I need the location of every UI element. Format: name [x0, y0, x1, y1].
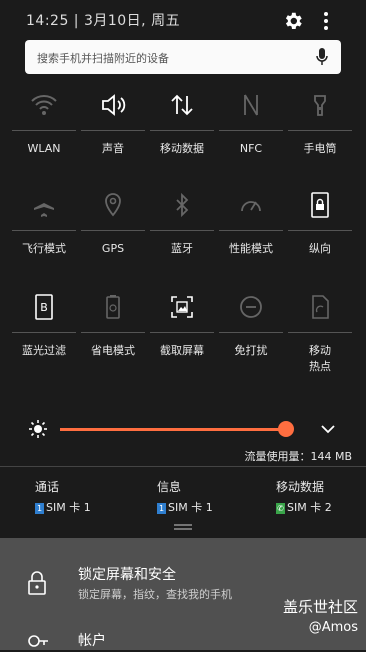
settings-gear-icon[interactable] — [282, 10, 304, 32]
tile-power-saving[interactable]: 省电模式 — [79, 292, 147, 392]
tile-divider — [288, 130, 352, 131]
airplane-icon — [34, 194, 54, 217]
tile-label: NFC — [239, 142, 263, 155]
bluetooth-icon — [176, 192, 189, 218]
sim-calls-label: 通话 — [35, 480, 60, 494]
tile-divider — [219, 332, 283, 333]
search-bar[interactable]: 搜索手机并扫描附近的设备 — [25, 40, 341, 74]
tile-divider — [150, 332, 214, 333]
tile-divider — [12, 332, 76, 333]
sim-mobile-data-value: ✆ SIM 卡 2 — [276, 499, 332, 515]
tile-label: 省电模式 — [91, 344, 135, 357]
hotspot-icon — [312, 295, 329, 319]
tile-divider — [81, 332, 145, 333]
tile-flashlight[interactable]: 手电筒 — [286, 90, 354, 190]
sim-1-badge: 1 — [35, 502, 44, 514]
tile-divider — [219, 230, 283, 231]
tile-wlan[interactable]: WLAN — [10, 90, 78, 190]
sim-mobile-data[interactable]: 移动数据 ✆ SIM 卡 2 — [276, 478, 332, 515]
tile-label: 蓝光过滤 — [22, 344, 66, 357]
tile-label: 移动数据 — [160, 142, 204, 155]
tile-label: 免打扰 — [234, 344, 268, 357]
tile-divider — [150, 230, 214, 231]
tile-label: 手电筒 — [303, 142, 337, 155]
performance-icon — [241, 201, 261, 212]
brightness-slider-thumb[interactable] — [278, 421, 295, 437]
tile-divider — [219, 130, 283, 131]
setting-title[interactable]: 锁定屏幕和安全 — [78, 564, 176, 584]
tile-label: 移动 热点 — [309, 344, 331, 373]
tile-label: 声音 — [102, 142, 124, 155]
tile-sound[interactable]: 声音 — [79, 90, 147, 190]
portrait-lock-icon — [311, 192, 329, 218]
watermark-handle: @Amos — [308, 620, 358, 635]
tile-airplane[interactable]: 飞行模式 — [10, 190, 78, 290]
wifi-icon — [31, 95, 57, 115]
tile-divider — [12, 130, 76, 131]
data-usage: 流量使用量：144 MB — [244, 450, 352, 463]
tile-blue-light[interactable]: B 蓝光过滤 — [10, 292, 78, 392]
tile-label: 飞行模式 — [22, 242, 66, 255]
microphone-icon[interactable] — [315, 47, 329, 67]
svg-text:B: B — [40, 301, 48, 314]
tile-bluetooth[interactable]: 蓝牙 — [148, 190, 216, 290]
drag-handle-icon[interactable] — [174, 524, 192, 530]
more-options-icon[interactable] — [318, 10, 334, 32]
tile-mobile-data[interactable]: 移动数据 — [148, 90, 216, 190]
brightness-slider[interactable] — [60, 428, 287, 431]
sim-calls[interactable]: 通话 1 SIM 卡 1 — [35, 478, 91, 515]
tile-label: WLAN — [27, 142, 61, 155]
mobile-data-icon — [171, 94, 193, 116]
do-not-disturb-icon — [240, 296, 262, 318]
sim-mobile-data-label: 移动数据 — [276, 480, 325, 494]
brightness-control — [28, 416, 348, 442]
location-icon — [105, 193, 121, 217]
brightness-icon — [29, 420, 47, 438]
sim-calls-value: 1 SIM 卡 1 — [35, 499, 91, 515]
tile-divider — [288, 332, 352, 333]
tile-label: 纵向 — [309, 242, 331, 255]
sim-messages-value: 1 SIM 卡 1 — [157, 499, 213, 515]
tile-hotspot[interactable]: 移动 热点 — [286, 292, 354, 392]
tile-divider — [150, 130, 214, 131]
tile-divider — [81, 130, 145, 131]
tile-nfc[interactable]: NFC — [217, 90, 285, 190]
tile-label: 蓝牙 — [171, 242, 193, 255]
blue-light-icon: B — [35, 294, 53, 320]
lock-icon — [28, 571, 46, 595]
sim-mobile-data-card: SIM 卡 2 — [287, 501, 332, 514]
tile-gps[interactable]: GPS — [79, 190, 147, 290]
sim-1-badge: 1 — [157, 502, 166, 514]
screenshot-icon — [171, 296, 193, 318]
tile-divider — [12, 230, 76, 231]
watermark-title: 盖乐世社区 — [282, 598, 358, 616]
account-title[interactable]: 帐户 — [78, 630, 106, 650]
chevron-down-icon[interactable] — [320, 421, 336, 437]
sim-messages-card: SIM 卡 1 — [168, 501, 213, 514]
sim-2-phone-badge-icon: ✆ — [276, 502, 285, 514]
tile-do-not-disturb[interactable]: 免打扰 — [217, 292, 285, 392]
sim-messages-label: 信息 — [157, 480, 182, 494]
tile-divider — [288, 230, 352, 231]
key-icon — [28, 635, 48, 647]
search-placeholder: 搜索手机并扫描附近的设备 — [37, 52, 169, 65]
tile-divider — [81, 230, 145, 231]
sound-icon — [102, 94, 126, 116]
tile-portrait[interactable]: 纵向 — [286, 190, 354, 290]
status-bar: 14:25 | 3月10日, 周五 — [0, 0, 366, 40]
power-saving-icon — [106, 295, 120, 319]
sim-calls-card: SIM 卡 1 — [46, 501, 91, 514]
tile-label: 截取屏幕 — [160, 344, 204, 357]
tile-screenshot[interactable]: 截取屏幕 — [148, 292, 216, 392]
section-divider — [0, 466, 366, 467]
tile-performance[interactable]: 性能模式 — [217, 190, 285, 290]
nfc-icon — [244, 94, 258, 116]
time-date: 14:25 | 3月10日, 周五 — [26, 13, 181, 29]
tile-label: GPS — [101, 242, 125, 255]
setting-subtitle: 锁定屏幕，指纹，查找我的手机 — [78, 588, 232, 601]
sim-messages[interactable]: 信息 1 SIM 卡 1 — [157, 478, 213, 515]
flashlight-icon — [314, 95, 326, 116]
tile-label: 性能模式 — [229, 242, 273, 255]
